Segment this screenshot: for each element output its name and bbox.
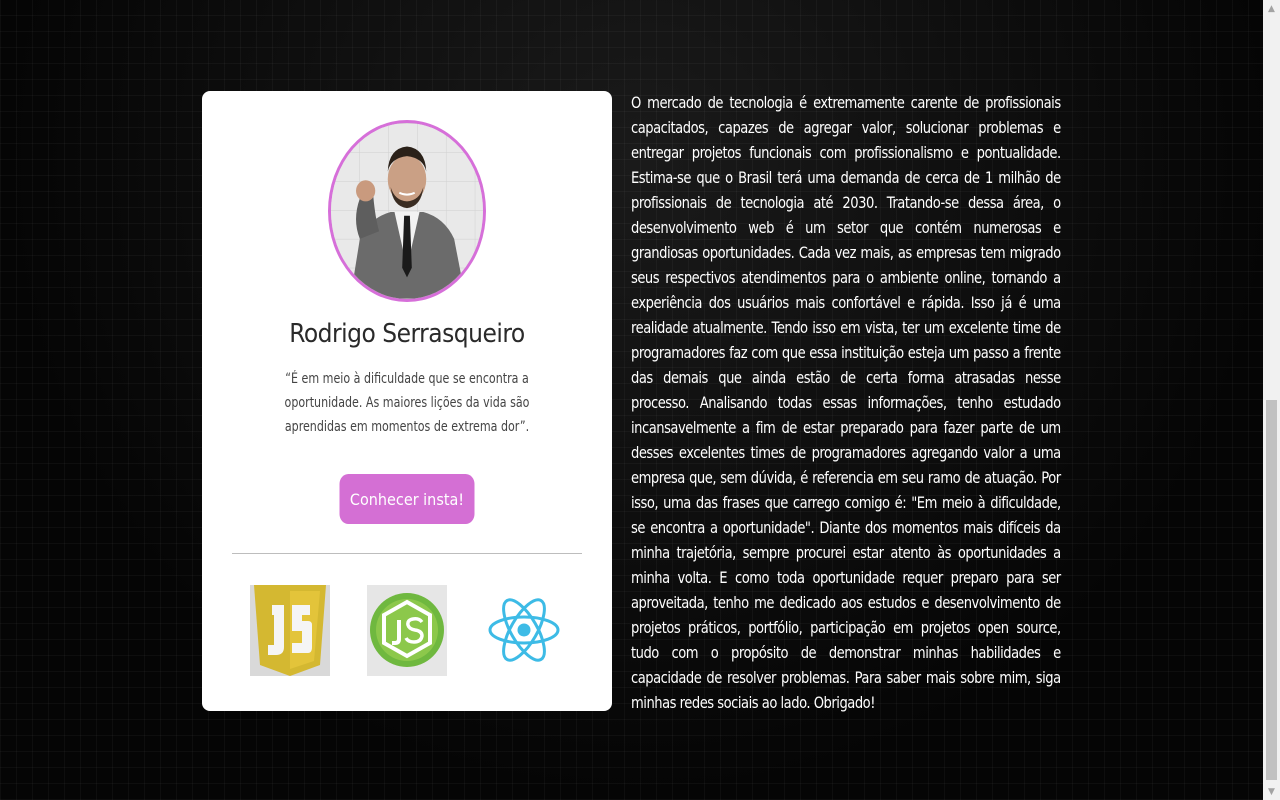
divider bbox=[232, 553, 582, 554]
scroll-up-icon[interactable]: ▲ bbox=[1263, 0, 1280, 17]
quote-line: oportunidade. As maiores lições da vida … bbox=[284, 395, 530, 411]
scrollbar-thumb[interactable] bbox=[1266, 400, 1277, 780]
quote-line: “É em meio à dificuldade que se encontra… bbox=[285, 371, 529, 387]
person-photo-icon bbox=[331, 123, 483, 299]
profile-quote: “É em meio à dificuldade que se encontra… bbox=[284, 367, 530, 439]
javascript-icon bbox=[250, 585, 330, 676]
quote-line: aprendidas em momentos de extrema dor”. bbox=[284, 419, 530, 435]
about-text: O mercado de tecnologia é extremamente c… bbox=[631, 90, 1061, 715]
profile-avatar bbox=[328, 120, 486, 302]
react-icon bbox=[484, 585, 564, 676]
nodejs-icon bbox=[367, 585, 447, 676]
profile-name: Rodrigo Serrasqueiro bbox=[289, 319, 525, 349]
scroll-down-icon[interactable]: ▼ bbox=[1263, 783, 1280, 800]
about-paragraph: O mercado de tecnologia é extremamente c… bbox=[631, 93, 1061, 712]
instagram-button[interactable]: Conhecer insta! bbox=[339, 474, 475, 524]
profile-card: Rodrigo Serrasqueiro “É em meio à dificu… bbox=[202, 91, 612, 711]
vertical-scrollbar[interactable]: ▲ ▼ bbox=[1263, 0, 1280, 800]
